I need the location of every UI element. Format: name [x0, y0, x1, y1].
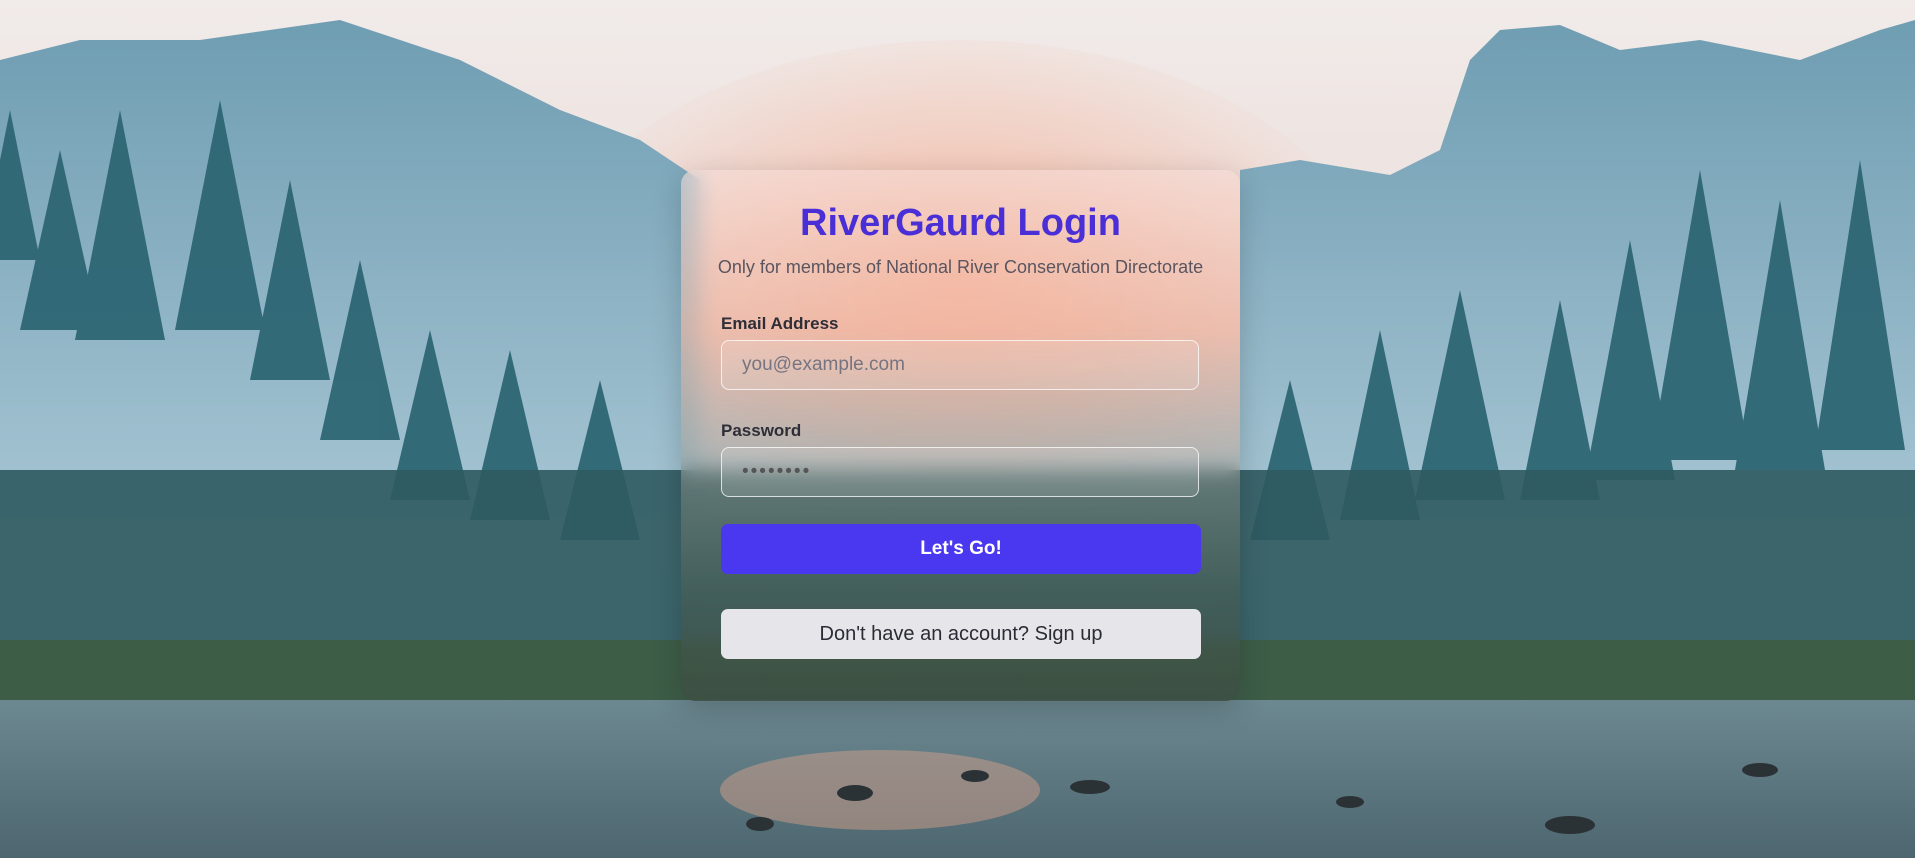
password-label: Password: [721, 421, 802, 440]
signup-button[interactable]: Don't have an account? Sign up: [721, 609, 1201, 659]
password-field[interactable]: [721, 447, 1199, 497]
email-label: Email Address: [721, 314, 839, 333]
login-title: RiverGaurd Login: [800, 202, 1121, 244]
login-page: RiverGaurd Login Only for members of Nat…: [0, 0, 1915, 858]
login-subtitle: Only for members of National River Conse…: [717, 257, 1204, 277]
email-field[interactable]: [721, 340, 1199, 390]
login-button[interactable]: Let's Go!: [721, 524, 1201, 574]
login-card: RiverGaurd Login Only for members of Nat…: [681, 170, 1240, 701]
